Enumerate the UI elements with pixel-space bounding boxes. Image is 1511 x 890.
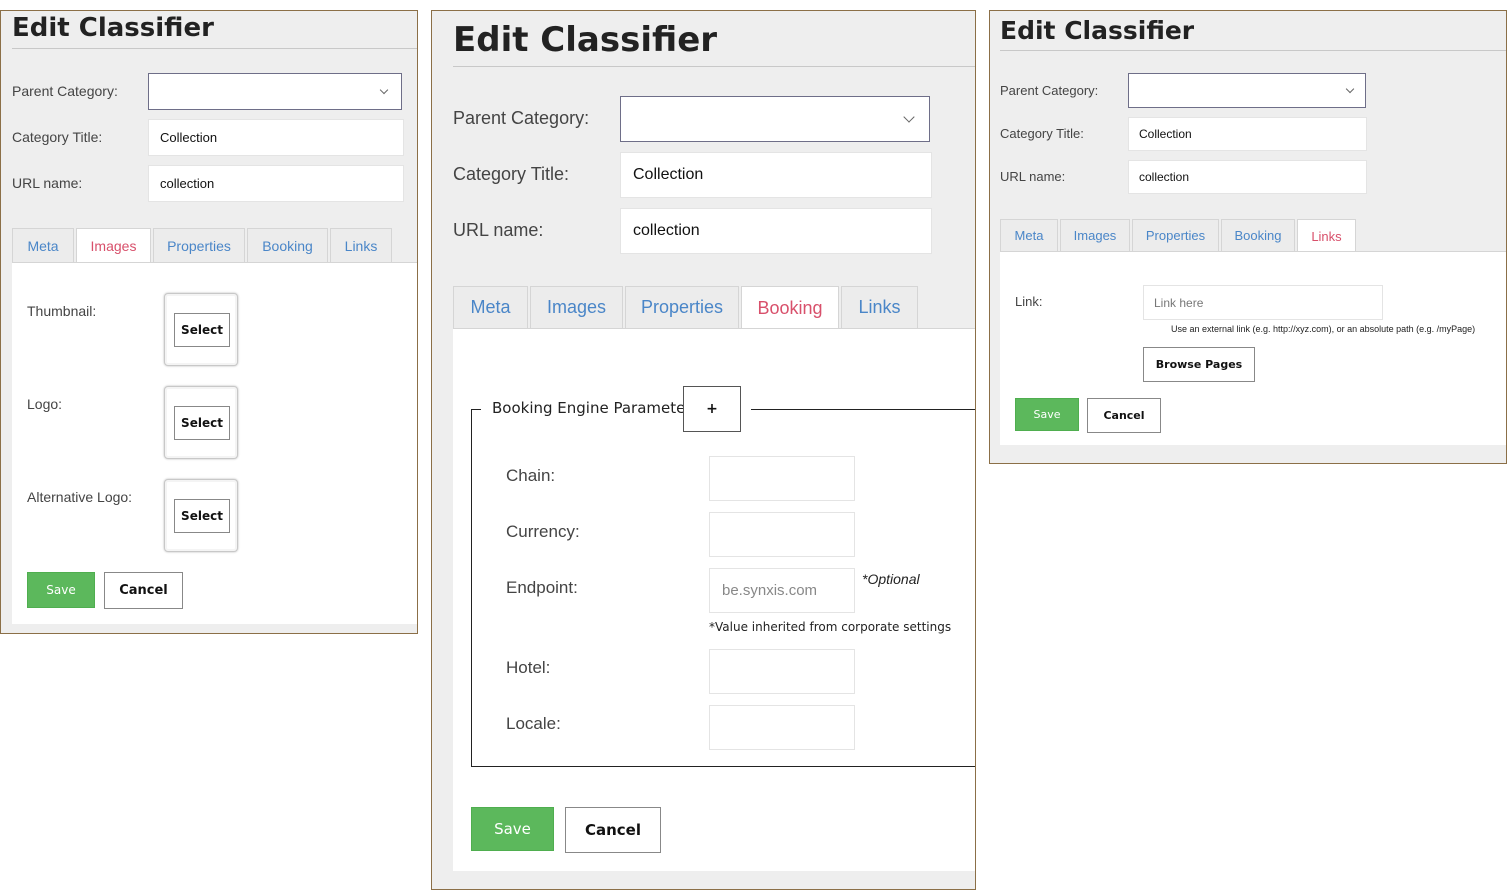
- chevron-down-icon: [379, 85, 389, 95]
- url-name-label: URL name:: [12, 175, 83, 191]
- cancel-button[interactable]: Cancel: [1087, 398, 1161, 433]
- cancel-button[interactable]: Cancel: [104, 572, 183, 609]
- parent-category-select[interactable]: [148, 73, 402, 110]
- edit-classifier-panel-booking: Edit Classifier Parent Category: Categor…: [431, 10, 976, 890]
- tab-images[interactable]: Images: [76, 228, 151, 263]
- logo-image-slot: Select: [164, 386, 238, 459]
- chevron-down-icon: [1345, 84, 1355, 94]
- cancel-button[interactable]: Cancel: [565, 807, 661, 853]
- endpoint-input[interactable]: be.synxis.com: [709, 568, 855, 613]
- locale-input[interactable]: [709, 705, 855, 750]
- link-label: Link:: [1015, 294, 1043, 309]
- tab-booking[interactable]: Booking: [741, 286, 839, 329]
- hotel-label: Hotel:: [506, 658, 551, 677]
- category-title-input[interactable]: Collection: [1128, 117, 1367, 151]
- tab-meta[interactable]: Meta: [12, 228, 74, 262]
- endpoint-label: Endpoint:: [506, 578, 578, 597]
- tab-booking[interactable]: Booking: [247, 228, 328, 262]
- fieldset-top-border-left: [471, 409, 481, 410]
- tab-properties[interactable]: Properties: [625, 286, 739, 328]
- chain-label: Chain:: [506, 466, 556, 485]
- fieldset-left-border: [471, 409, 472, 767]
- alternative-logo-image-slot: Select: [164, 479, 238, 552]
- thumbnail-select-button[interactable]: Select: [174, 313, 230, 347]
- logo-select-button[interactable]: Select: [174, 406, 230, 440]
- url-name-label: URL name:: [453, 220, 544, 240]
- parent-category-select[interactable]: [1128, 73, 1366, 108]
- tab-images[interactable]: Images: [530, 286, 623, 328]
- parent-category-label: Parent Category:: [12, 83, 118, 99]
- thumbnail-label: Thumbnail:: [27, 303, 97, 319]
- tab-meta[interactable]: Meta: [453, 286, 528, 328]
- tab-links[interactable]: Links: [330, 228, 392, 262]
- save-button[interactable]: Save: [471, 807, 554, 851]
- links-tab-panel: Link: Link here Use an external link (e.…: [1000, 251, 1506, 445]
- chain-input[interactable]: [709, 456, 855, 501]
- category-title-input[interactable]: Collection: [620, 152, 932, 198]
- link-help-text: Use an external link (e.g. http://xyz.co…: [1171, 324, 1476, 334]
- add-parameter-button[interactable]: +: [683, 386, 741, 432]
- tab-images[interactable]: Images: [1060, 219, 1130, 251]
- currency-input[interactable]: [709, 512, 855, 557]
- fieldset-top-border-right: [751, 409, 975, 410]
- alternative-logo-select-button[interactable]: Select: [174, 499, 230, 533]
- booking-tab-panel: Booking Engine Parameters + Chain: Curre…: [453, 328, 975, 871]
- edit-classifier-panel-images: Edit Classifier Parent Category: Categor…: [0, 10, 418, 634]
- fieldset-bottom-border: [471, 766, 975, 767]
- tab-properties[interactable]: Properties: [1132, 219, 1219, 251]
- optional-note: *Optional: [862, 571, 920, 587]
- thumbnail-image-slot: Select: [164, 293, 238, 366]
- locale-label: Locale:: [506, 714, 561, 733]
- fieldset-legend: Booking Engine Parameters: [492, 399, 700, 417]
- parent-category-label: Parent Category:: [453, 108, 590, 128]
- browse-pages-button[interactable]: Browse Pages: [1143, 347, 1255, 382]
- url-name-label: URL name:: [1000, 169, 1066, 184]
- category-title-label: Category Title:: [453, 164, 570, 184]
- edit-classifier-panel-links: Edit Classifier Parent Category: Categor…: [989, 10, 1507, 464]
- currency-label: Currency:: [506, 522, 580, 541]
- page-title: Edit Classifier: [1000, 15, 1506, 51]
- url-name-input[interactable]: collection: [148, 165, 404, 202]
- link-input[interactable]: Link here: [1143, 285, 1383, 320]
- inherited-note: *Value inherited from corporate settings: [709, 620, 952, 634]
- category-title-input[interactable]: Collection: [148, 119, 404, 156]
- tab-links[interactable]: Links: [1297, 219, 1356, 252]
- hotel-input[interactable]: [709, 649, 855, 694]
- tab-booking[interactable]: Booking: [1221, 219, 1295, 251]
- page-title: Edit Classifier: [453, 17, 975, 67]
- category-title-label: Category Title:: [1000, 126, 1084, 141]
- alternative-logo-label: Alternative Logo:: [27, 489, 133, 505]
- images-tab-panel: Thumbnail: Select Logo: Select Alternati…: [12, 262, 417, 624]
- url-name-input[interactable]: collection: [620, 208, 932, 254]
- parent-category-select[interactable]: [620, 96, 930, 142]
- chevron-down-icon: [903, 111, 915, 123]
- category-title-label: Category Title:: [12, 129, 103, 145]
- parent-category-label: Parent Category:: [1000, 83, 1099, 98]
- page-title: Edit Classifier: [12, 11, 417, 49]
- tab-links[interactable]: Links: [841, 286, 918, 328]
- logo-label: Logo:: [27, 396, 63, 412]
- url-name-input[interactable]: collection: [1128, 160, 1367, 194]
- save-button[interactable]: Save: [1015, 398, 1079, 431]
- save-button[interactable]: Save: [27, 572, 95, 608]
- tab-properties[interactable]: Properties: [153, 228, 245, 262]
- tab-meta[interactable]: Meta: [1000, 219, 1058, 251]
